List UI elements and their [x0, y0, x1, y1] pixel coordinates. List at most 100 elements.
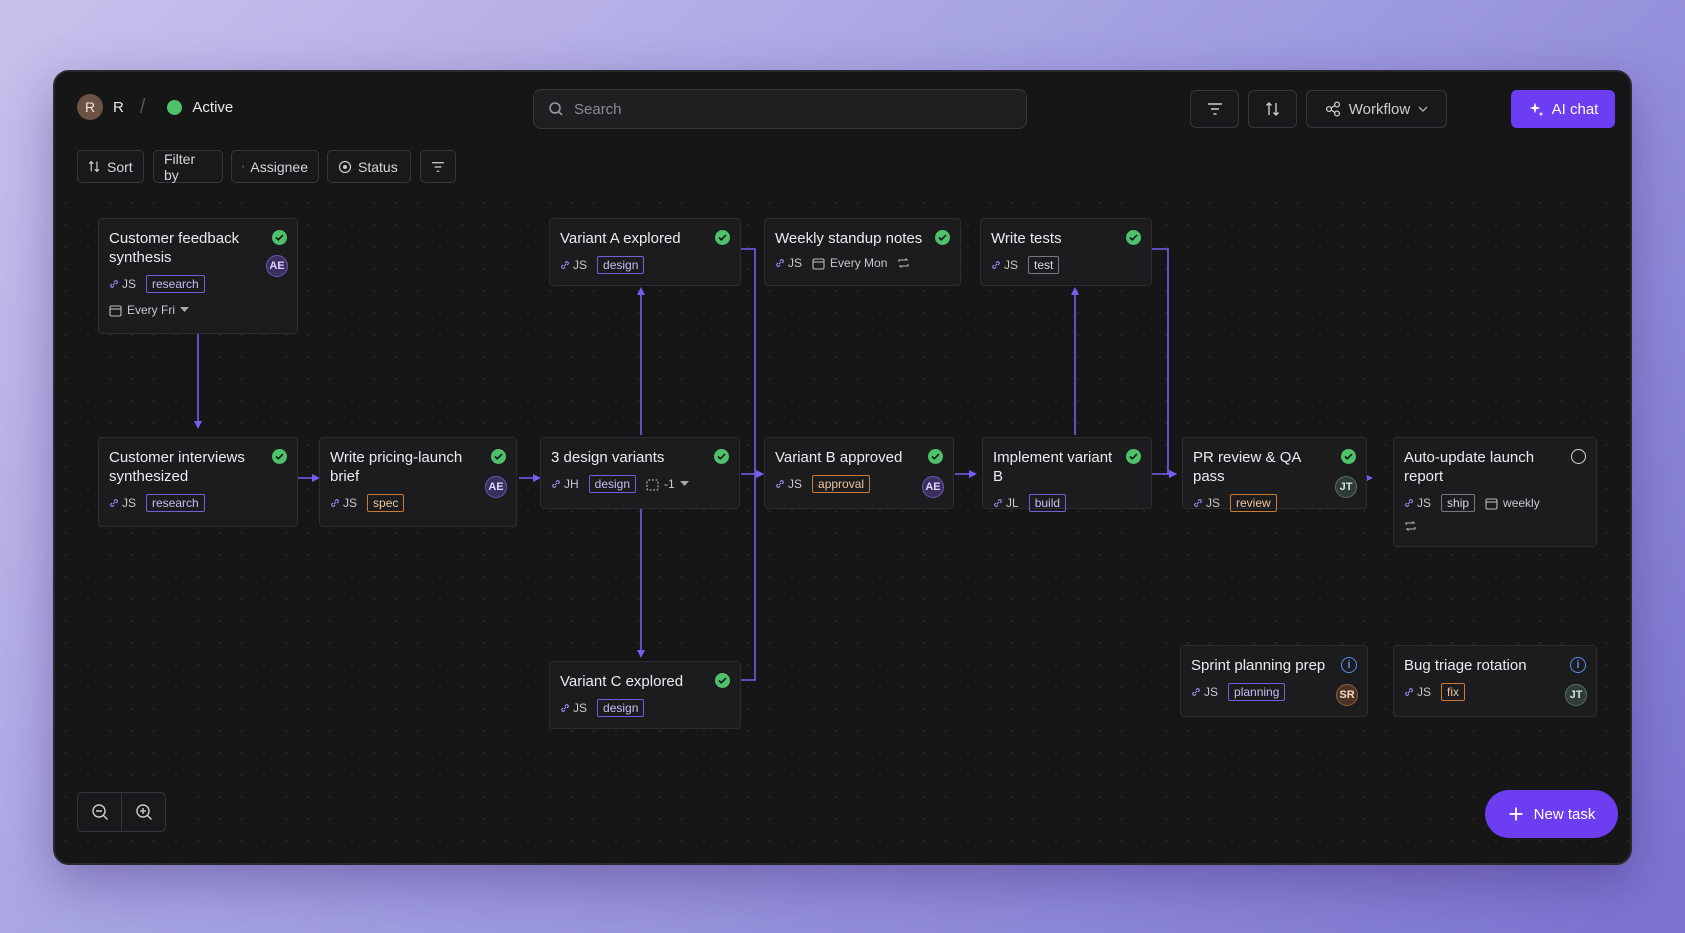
task-tag[interactable]: planning	[1228, 683, 1286, 701]
task-tag[interactable]: ship	[1441, 494, 1476, 512]
assignee-avatar[interactable]: JT	[1565, 684, 1587, 706]
assignee-avatar[interactable]: AE	[266, 255, 288, 277]
task-tag[interactable]: approval	[812, 475, 871, 493]
task-card-implement-variant-b[interactable]: Implement variant B JL build	[982, 437, 1152, 512]
ai-chat-label: AI chat	[1551, 100, 1599, 118]
zoom-in-button[interactable]	[122, 793, 165, 831]
repeat-schedule[interactable]: Every Fri	[109, 303, 287, 317]
task-card-bug-triage[interactable]: Bug triage rotation i JT JS fix	[1393, 645, 1597, 717]
calendar-icon	[812, 257, 825, 270]
link-icon	[110, 499, 118, 507]
info-icon[interactable]: i	[1570, 657, 1586, 673]
repeat-schedule[interactable]: weekly	[1485, 496, 1540, 510]
owner-chip[interactable]: JS	[775, 256, 802, 270]
check-circle-icon[interactable]	[935, 230, 950, 245]
owner-initials: JS	[788, 477, 803, 491]
owner-initials: JS	[122, 277, 137, 291]
owner-chip[interactable]: JS	[560, 701, 587, 715]
owner-chip[interactable]: JS	[775, 477, 802, 491]
workspace-name[interactable]: R	[113, 99, 124, 116]
task-title: Customer interviews synthesized	[109, 449, 245, 485]
check-circle-icon[interactable]	[1126, 449, 1141, 464]
person-icon	[242, 165, 245, 168]
task-title: 3 design variants	[551, 449, 665, 466]
workspace-avatar[interactable]: R	[77, 94, 103, 120]
task-card-weekly-standup[interactable]: Weekly standup notes JS Every Mon	[764, 218, 961, 286]
task-tag[interactable]: test	[1028, 256, 1060, 274]
project-status[interactable]: Active	[192, 99, 233, 116]
sort-button[interactable]: Sort	[77, 150, 144, 183]
assignee-avatar[interactable]: JT	[1335, 476, 1357, 498]
task-card-sprint-planning[interactable]: Sprint planning prep i SR JS planning	[1180, 645, 1368, 717]
check-circle-icon[interactable]	[928, 449, 943, 464]
info-icon[interactable]: i	[1341, 657, 1357, 673]
task-card-pricing-brief[interactable]: Write pricing-launch brief AE JS spec	[319, 437, 517, 527]
recurring-icon[interactable]	[1404, 520, 1417, 532]
task-card-customer-interviews[interactable]: Customer interviews synthesized JS resea…	[98, 437, 298, 527]
sort-order-button[interactable]	[1248, 90, 1297, 128]
owner-chip[interactable]: JS	[560, 258, 587, 272]
assignee-button[interactable]: Assignee	[231, 150, 319, 183]
open-circle-icon[interactable]	[1571, 449, 1586, 464]
search-input[interactable]	[574, 100, 994, 118]
task-card-auto-update-report[interactable]: Auto-update launch report JS ship weekly	[1393, 437, 1597, 547]
task-card-design-variants[interactable]: 3 design variants JH design -1	[540, 437, 740, 509]
owner-chip[interactable]: JS	[109, 277, 136, 291]
owner-chip[interactable]: JS	[330, 496, 357, 510]
task-card-variant-c[interactable]: Variant C explored JS design	[549, 661, 741, 729]
task-card-customer-feedback[interactable]: Customer feedback synthesis AE JS resear…	[98, 218, 298, 334]
filter-view-button[interactable]	[1190, 90, 1239, 128]
check-circle-icon[interactable]	[715, 230, 730, 245]
workflow-icon	[1325, 101, 1340, 117]
task-tag[interactable]: spec	[367, 494, 405, 512]
task-title: Variant C explored	[560, 673, 684, 690]
check-circle-icon[interactable]	[715, 673, 730, 688]
task-tag[interactable]: review	[1230, 494, 1277, 512]
owner-chip[interactable]: JH	[551, 477, 579, 491]
recurring-icon[interactable]	[897, 257, 910, 269]
task-card-variant-b[interactable]: Variant B approved AE JS approval	[764, 437, 954, 509]
task-tag[interactable]: design	[588, 475, 637, 493]
task-card-pr-review[interactable]: PR review & QA pass JT JS review	[1182, 437, 1367, 512]
check-circle-icon[interactable]	[491, 449, 506, 464]
owner-chip[interactable]: JS	[1193, 496, 1220, 510]
check-circle-icon[interactable]	[272, 230, 287, 245]
zoom-in-icon	[135, 804, 152, 820]
subtask-dropdown[interactable]: -1	[646, 477, 689, 491]
owner-chip[interactable]: JS	[109, 496, 136, 510]
assignee-avatar[interactable]: AE	[485, 476, 507, 498]
task-card-write-tests[interactable]: Write tests JS test	[980, 218, 1152, 286]
owner-chip[interactable]: JS	[991, 258, 1018, 272]
owner-chip[interactable]: JS	[1404, 685, 1431, 699]
task-tag[interactable]: design	[597, 256, 645, 274]
task-tag[interactable]: fix	[1441, 683, 1466, 701]
search-bar[interactable]	[533, 89, 1027, 129]
filter-by-button[interactable]: Filter by	[153, 150, 223, 183]
owner-chip[interactable]: JL	[993, 496, 1019, 510]
assignee-avatar[interactable]: AE	[922, 476, 944, 498]
new-task-button[interactable]: New task	[1485, 790, 1618, 838]
owner-initials: JS	[343, 496, 358, 510]
zoom-controls	[77, 792, 166, 832]
check-circle-icon[interactable]	[1126, 230, 1141, 245]
more-filters-button[interactable]	[420, 150, 456, 183]
workflow-dropdown[interactable]: Workflow	[1306, 90, 1447, 128]
zoom-out-button[interactable]	[78, 793, 122, 831]
link-icon	[776, 259, 784, 267]
repeat-label: Every Mon	[830, 256, 888, 270]
check-circle-icon[interactable]	[272, 449, 287, 464]
owner-chip[interactable]: JS	[1404, 496, 1431, 510]
status-filter-button[interactable]: Status	[327, 150, 411, 183]
check-circle-icon[interactable]	[1341, 449, 1356, 464]
task-tag[interactable]: research	[146, 275, 205, 293]
task-tag[interactable]: design	[597, 699, 645, 717]
repeat-schedule[interactable]: Every Mon	[812, 256, 887, 270]
status-label: Status	[358, 158, 398, 175]
assignee-avatar[interactable]: SR	[1336, 684, 1358, 706]
task-tag[interactable]: build	[1028, 494, 1067, 512]
owner-chip[interactable]: JS	[1191, 685, 1218, 699]
ai-chat-button[interactable]: AI chat	[1511, 90, 1615, 128]
task-tag[interactable]: research	[146, 494, 205, 512]
check-circle-icon[interactable]	[714, 449, 729, 464]
task-card-variant-a[interactable]: Variant A explored JS design	[549, 218, 741, 286]
